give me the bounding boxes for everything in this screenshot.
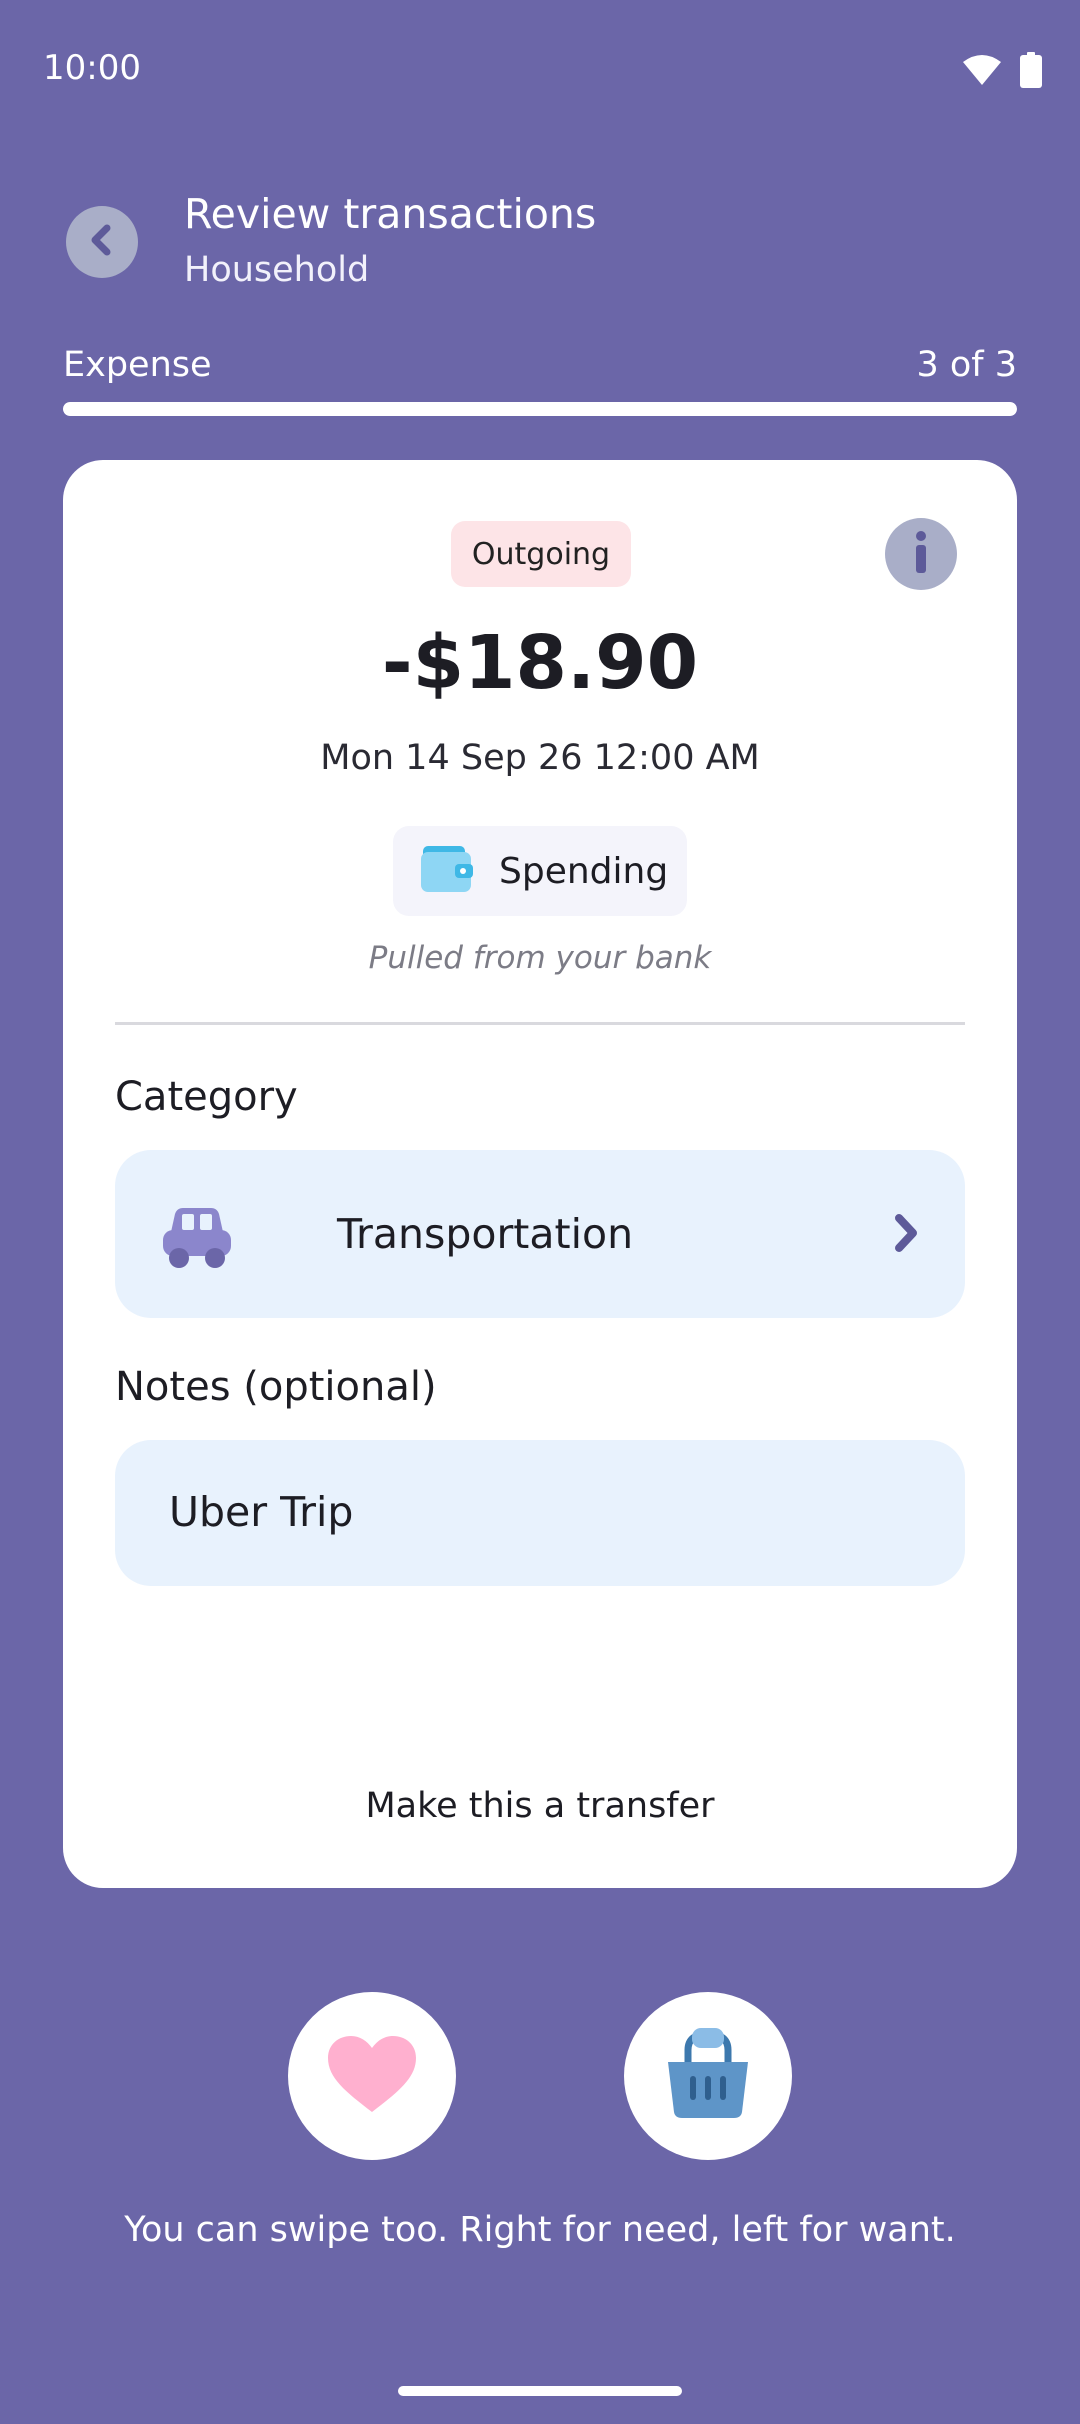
progress-fill	[63, 402, 1017, 416]
category-selector[interactable]: Transportation	[115, 1150, 965, 1318]
battery-icon	[1020, 52, 1042, 92]
heart-icon	[326, 2034, 418, 2118]
progress-bar	[63, 402, 1017, 416]
chevron-right-icon	[891, 1212, 921, 1258]
status-time: 10:00	[43, 48, 141, 88]
notes-section-label: Notes (optional)	[115, 1364, 437, 1410]
category-label: Transportation	[337, 1210, 634, 1258]
wallet-icon	[421, 846, 475, 896]
page-subtitle: Household	[184, 250, 370, 290]
review-screen: 10:00 Review transactions Household Expe…	[0, 0, 1080, 2424]
want-button[interactable]	[288, 1992, 456, 2160]
basket-icon	[664, 2028, 752, 2124]
account-label: Spending	[499, 850, 669, 892]
need-button[interactable]	[624, 1992, 792, 2160]
info-icon	[911, 531, 931, 577]
info-button[interactable]	[885, 518, 957, 590]
category-section-label: Category	[115, 1074, 298, 1120]
car-icon	[161, 1206, 233, 1274]
source-note: Pulled from your bank	[368, 940, 712, 976]
progress-label: Expense	[63, 345, 212, 385]
home-indicator[interactable]	[398, 2386, 682, 2396]
progress-count: 3 of 3	[916, 345, 1017, 385]
notes-value: Uber Trip	[169, 1488, 354, 1536]
transaction-date: Mon 14 Sep 26 12:00 AM	[320, 738, 760, 778]
chevron-left-icon	[82, 220, 122, 264]
wifi-icon	[962, 54, 1002, 90]
swipe-hint: You can swipe too. Right for need, left …	[124, 2210, 956, 2250]
direction-badge: Outgoing	[451, 521, 631, 587]
notes-input[interactable]: Uber Trip	[115, 1440, 965, 1586]
back-button[interactable]	[66, 206, 138, 278]
transaction-card: Outgoing -$18.90 Mon 14 Sep 26 12:00 AM	[63, 460, 1017, 1888]
page-title: Review transactions	[184, 190, 597, 238]
transaction-amount: -$18.90	[381, 620, 699, 706]
account-chip[interactable]: Spending	[393, 826, 687, 916]
make-transfer-link[interactable]: Make this a transfer	[63, 1786, 1017, 1826]
divider	[115, 1022, 965, 1025]
status-icons	[962, 52, 1042, 92]
